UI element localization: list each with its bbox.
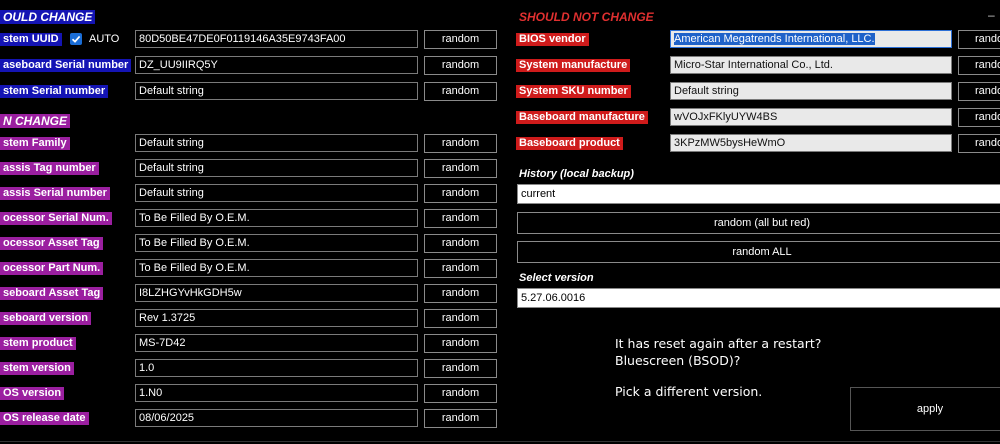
can-change-field[interactable]: To Be Filled By O.E.M. — [135, 234, 418, 252]
message-line-2: Bluescreen (BSOD)? — [615, 353, 741, 368]
bottom-divider — [0, 441, 1000, 442]
random-baseboard-serial-button[interactable]: random — [424, 56, 497, 75]
can-change-label: stem product — [0, 337, 76, 350]
bios-vendor-label: BIOS vendor — [516, 33, 589, 46]
random-button[interactable]: random — [424, 209, 497, 228]
baseboard-product-label: Baseboard product — [516, 137, 623, 150]
select-version-label: Select version — [519, 272, 594, 284]
random-button[interactable]: random — [424, 134, 497, 153]
history-label: History (local backup) — [519, 168, 634, 180]
version-field[interactable]: 5.27.06.0016 — [517, 288, 1000, 308]
random-all-button[interactable]: random ALL — [517, 241, 1000, 263]
apply-button[interactable]: apply — [850, 387, 1000, 431]
can-change-field[interactable]: MS-7D42 — [135, 334, 418, 352]
random-button[interactable]: random — [424, 384, 497, 403]
random-button[interactable]: random — [424, 284, 497, 303]
can-change-field[interactable]: 1.N0 — [135, 384, 418, 402]
random-button[interactable]: random — [424, 184, 497, 203]
bios-vendor-field[interactable]: American Megatrends International, LLC. — [670, 30, 952, 48]
random-button[interactable]: random — [424, 259, 497, 278]
random-system-sku-button[interactable]: rando — [958, 82, 1000, 101]
baseboard-manufacture-label: Baseboard manufacture — [516, 111, 648, 124]
can-change-label: stem version — [0, 362, 74, 375]
message-line-3: Pick a different version. — [615, 384, 763, 399]
random-bios-vendor-button[interactable]: rando — [958, 30, 1000, 49]
can-change-field[interactable]: To Be Filled By O.E.M. — [135, 259, 418, 277]
random-button[interactable]: random — [424, 234, 497, 253]
check-icon — [71, 35, 81, 43]
can-change-field[interactable]: 08/06/2025 — [135, 409, 418, 427]
can-change-label: OS version — [0, 387, 65, 400]
should-change-heading: OULD CHANGE — [0, 10, 96, 24]
can-change-label: ocessor Part Num. — [0, 262, 104, 275]
system-serial-field[interactable]: Default string — [135, 82, 418, 100]
baseboard-product-field[interactable]: 3KPzMW5bysHeWmO — [670, 134, 952, 152]
system-manufacture-label: System manufacture — [516, 59, 631, 72]
message-line-1: It has reset again after a restart? — [615, 336, 822, 351]
random-button[interactable]: random — [424, 159, 497, 178]
can-change-label: ocessor Asset Tag — [0, 237, 103, 250]
auto-checkbox[interactable] — [70, 33, 82, 45]
auto-label: AUTO — [89, 33, 120, 45]
minimize-button[interactable]: – — [988, 8, 995, 22]
baseboard-serial-label: aseboard Serial number — [0, 59, 132, 72]
bios-vendor-value: American Megatrends International, LLC. — [674, 33, 875, 45]
can-change-field[interactable]: Default string — [135, 159, 418, 177]
random-button[interactable]: random — [424, 409, 497, 428]
baseboard-serial-field[interactable]: DZ_UU9IIRQ5Y — [135, 56, 418, 74]
history-field[interactable]: current — [517, 184, 1000, 204]
system-serial-label: stem Serial number — [0, 85, 109, 98]
random-baseboard-manufacture-button[interactable]: rando — [958, 108, 1000, 127]
can-change-field[interactable]: I8LZHGYvHkGDH5w — [135, 284, 418, 302]
system-manufacture-field[interactable]: Micro-Star International Co., Ltd. — [670, 56, 952, 74]
random-uuid-button[interactable]: random — [424, 30, 497, 49]
can-change-label: ocessor Serial Num. — [0, 212, 112, 225]
baseboard-manufacture-field[interactable]: wVOJxFKlyUYW4BS — [670, 108, 952, 126]
random-button[interactable]: random — [424, 359, 497, 378]
random-baseboard-product-button[interactable]: rando — [958, 134, 1000, 153]
random-system-serial-button[interactable]: random — [424, 82, 497, 101]
can-change-field[interactable]: Rev 1.3725 — [135, 309, 418, 327]
system-sku-label: System SKU number — [516, 85, 631, 98]
system-sku-field[interactable]: Default string — [670, 82, 952, 100]
system-uuid-field[interactable]: 80D50BE47DE0F0119146A35E9743FA00 — [135, 30, 418, 48]
can-change-field[interactable]: 1.0 — [135, 359, 418, 377]
can-change-label: assis Serial number — [0, 187, 110, 200]
can-change-label: seboard Asset Tag — [0, 287, 104, 300]
can-change-label: stem Family — [0, 137, 70, 150]
can-change-field[interactable]: Default string — [135, 134, 418, 152]
random-system-manufacture-button[interactable]: rando — [958, 56, 1000, 75]
can-change-label: OS release date — [0, 412, 89, 425]
should-not-change-heading: SHOULD NOT CHANGE — [519, 10, 654, 24]
system-uuid-label: stem UUID — [0, 33, 62, 46]
can-change-label: assis Tag number — [0, 162, 99, 175]
random-button[interactable]: random — [424, 334, 497, 353]
can-change-field[interactable]: To Be Filled By O.E.M. — [135, 209, 418, 227]
can-change-field[interactable]: Default string — [135, 184, 418, 202]
can-change-heading: N CHANGE — [0, 114, 71, 128]
random-button[interactable]: random — [424, 309, 497, 328]
random-all-but-red-button[interactable]: random (all but red) — [517, 212, 1000, 234]
can-change-label: seboard version — [0, 312, 91, 325]
